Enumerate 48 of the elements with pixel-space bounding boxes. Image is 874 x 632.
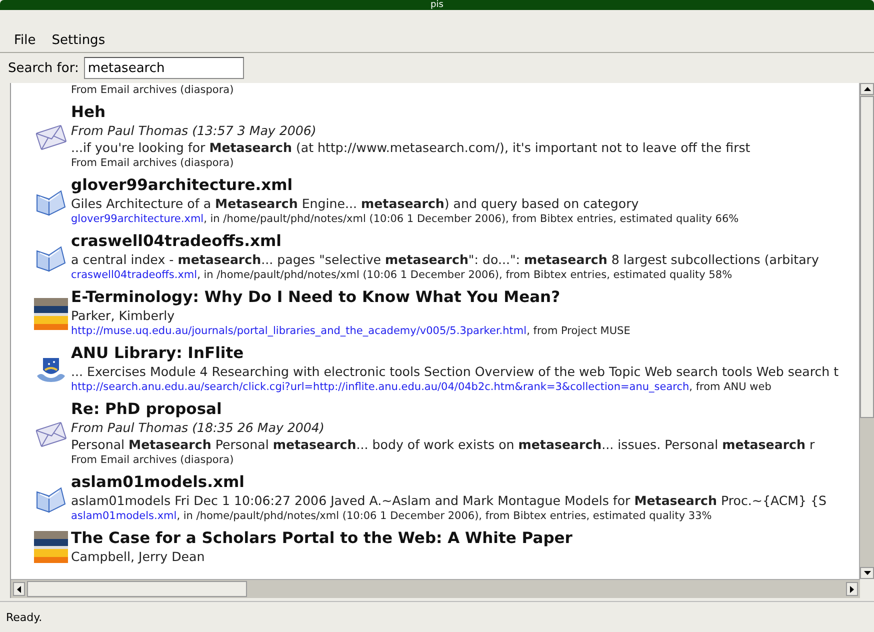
result-snippet: a central index - metasearch... pages "selective metasearch": do...": metasearch 8 largest subcollections (arbitary	[71, 251, 819, 268]
result-title[interactable]: ANU Library: InFlite	[71, 344, 839, 363]
search-field[interactable]: metasearch	[84, 57, 244, 79]
right-arrow-icon[interactable]	[850, 586, 854, 592]
result-title[interactable]: The Case for a Scholars Portal to the Web: A White Paper	[71, 529, 572, 548]
stripes-icon	[34, 531, 68, 563]
result-title[interactable]: aslam01models.xml	[71, 473, 827, 492]
result-title[interactable]: Re: PhD proposal	[71, 400, 815, 419]
down-arrow-icon[interactable]	[864, 571, 870, 575]
result-source: , from Project MUSE	[526, 324, 630, 339]
result-source: , in /home/pault/phd/notes/xml (10:06 1 December 2006), from Bibtex entries, estimated quality 33%	[176, 509, 712, 524]
result-snippet: Giles Architecture of a Metasearch Engine... metasearch) and query based on category	[71, 195, 640, 212]
result-link[interactable]: http://muse.uq.edu.au/journals/portal_libraries_and_the_academy/v005/5.3parker.html	[71, 324, 527, 339]
left-arrow-icon[interactable]	[17, 586, 21, 592]
scrollbar-thumb[interactable]	[27, 581, 247, 597]
result-link[interactable]: aslam01models.xml	[71, 509, 177, 524]
horizontal-scrollbar[interactable]	[11, 579, 860, 598]
result-author: Parker, Kimberly	[71, 307, 176, 324]
result-source: , from ANU web	[689, 380, 772, 395]
result-link[interactable]: http://search.anu.edu.au/search/click.cgi?url=http://inflite.anu.edu.au/04/04b2c.htm&rank=3&collection=anu_search	[71, 380, 690, 395]
result-title[interactable]: E-Terminology: Why Do I Need to Know What You Mean?	[71, 288, 630, 307]
result-source: From Email archives (diaspora)	[71, 156, 235, 171]
crest-icon	[35, 356, 67, 384]
result-sender: From Paul Thomas (18:35 26 May 2004)	[71, 419, 326, 436]
result-snippet: Personal Metasearch Personal metasearch... body of work exists on metasearch... issues. Personal metasearch r	[71, 436, 815, 453]
result-author: Campbell, Jerry Dean	[71, 548, 206, 565]
search-label: Search for:	[8, 60, 79, 76]
result-link[interactable]: glover99architecture.xml	[71, 212, 204, 227]
result-title[interactable]: glover99architecture.xml	[71, 176, 739, 195]
result-title[interactable]: craswell04tradeoffs.xml	[71, 232, 819, 251]
up-arrow-icon[interactable]	[864, 87, 870, 91]
scrollbar-thumb[interactable]	[860, 96, 874, 418]
vertical-scrollbar[interactable]	[859, 83, 874, 579]
result-snippet: ...if you're looking for Metasearch (at http://www.metasearch.com/), it's important not to leave off the first	[71, 139, 750, 156]
status-text: Ready.	[6, 610, 42, 624]
result-snippet: aslam01models Fri Dec 1 10:06:27 2006 Javed A.~Aslam and Mark Montague Models for Metasearch Proc.~{ACM} {S	[71, 492, 827, 509]
menu-item[interactable]: File	[8, 30, 42, 50]
result-sender: From Paul Thomas (13:57 3 May 2006)	[71, 122, 318, 139]
result-source: , in /home/pault/phd/notes/xml (10:06 1 December 2006), from Bibtex entries, estimated quality 58%	[197, 268, 732, 283]
result-source: , in /home/pault/phd/notes/xml (10:06 1 December 2006), from Bibtex entries, estimated quality 66%	[204, 212, 739, 227]
result-link[interactable]: craswell04tradeoffs.xml	[71, 268, 198, 283]
result-source: From Email archives (diaspora)	[71, 453, 235, 468]
stripes-icon	[34, 298, 68, 330]
window-title: pis	[430, 0, 444, 10]
result-snippet: ... Exercises Module 4 Researching with electronic tools Section Overview of the web Topic Web search tools Web search t	[71, 363, 839, 380]
result-title[interactable]: Heh	[71, 103, 750, 122]
menu-item[interactable]: Settings	[46, 30, 112, 50]
result-source: From Email archives (diaspora)	[71, 83, 234, 98]
